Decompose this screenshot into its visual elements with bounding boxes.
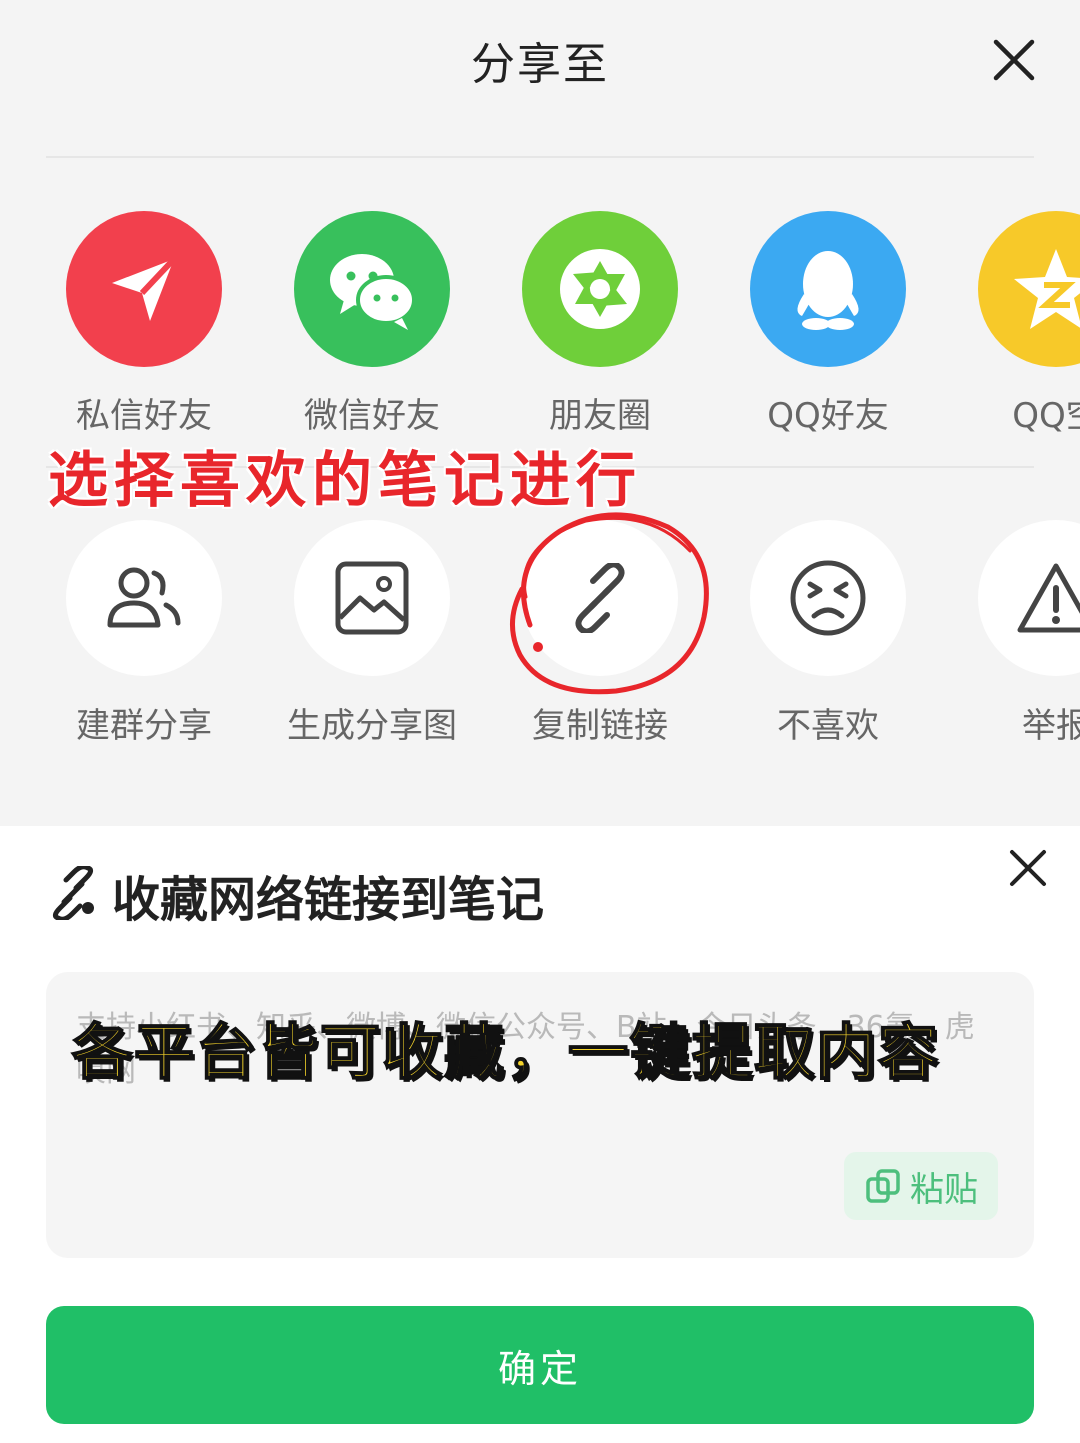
image-icon	[294, 520, 450, 676]
red-circle-annotation	[509, 512, 709, 695]
share-sheet-title: 分享至	[471, 39, 609, 90]
paste-button[interactable]: 粘贴	[844, 1152, 998, 1220]
share-item-label: 私信好友	[76, 396, 212, 436]
unhappy-face-icon	[750, 520, 906, 676]
confirm-button[interactable]: 确定	[46, 1306, 1034, 1424]
copy-icon	[866, 1169, 900, 1203]
share-item-label: 复制链接	[532, 706, 668, 746]
share-item-label: QQ空	[1012, 396, 1080, 436]
link-icon	[46, 864, 100, 922]
share-item-label: 举报	[1022, 706, 1080, 746]
group-users-icon	[66, 520, 222, 676]
qq-penguin-icon	[750, 211, 906, 367]
close-panel-button[interactable]	[1006, 846, 1050, 890]
share-item-label: 朋友圈	[549, 396, 651, 436]
warning-icon	[978, 520, 1080, 676]
close-share-sheet-button[interactable]	[990, 36, 1038, 84]
panel-title: 收藏网络链接到笔记	[112, 872, 545, 928]
share-sheet: 分享至 私信好友 微信好友 朋友圈 QQ好友 QQ空	[0, 0, 1080, 826]
close-icon	[1010, 850, 1046, 886]
share-item-label: 不喜欢	[777, 706, 879, 746]
divider	[46, 156, 1034, 158]
share-item-label: 建群分享	[76, 706, 212, 746]
close-icon	[993, 39, 1035, 81]
share-item-label: 生成分享图	[287, 706, 457, 746]
share-item-label: QQ好友	[767, 396, 889, 436]
share-item-label: 微信好友	[304, 396, 440, 436]
save-link-panel: 收藏网络链接到笔记 支持小红书、知乎、微博、微信公众号、B站、今日头条、36氪、…	[0, 826, 1080, 1443]
yellow-annotation-caption: 各平台皆可收藏，一键提取内容	[71, 1017, 940, 1089]
paper-plane-icon	[66, 211, 222, 367]
qzone-star-icon	[978, 211, 1080, 367]
wechat-icon	[294, 211, 450, 367]
paste-button-label: 粘贴	[910, 1169, 978, 1210]
moments-aperture-icon	[522, 211, 678, 367]
